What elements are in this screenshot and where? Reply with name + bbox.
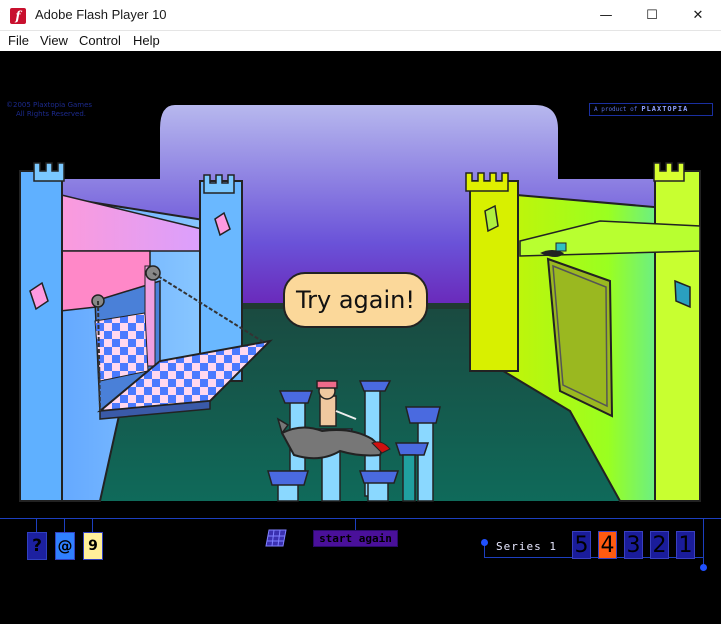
title-bar: f Adobe Flash Player 10 — ☐ ✕ [0, 0, 721, 31]
minimize-button[interactable]: — [583, 0, 629, 31]
hud-node-dot [481, 539, 488, 546]
maximize-button[interactable]: ☐ [629, 0, 675, 31]
hud-connector [355, 518, 356, 530]
email-button[interactable]: @ [55, 532, 75, 560]
menu-help[interactable]: Help [133, 33, 160, 48]
level-4-button[interactable]: 4 [598, 531, 617, 559]
hud-node-dot [700, 564, 707, 571]
speech-bubble: Try again! [283, 272, 428, 328]
menu-bar: File View Control Help [0, 31, 721, 51]
hud-connector [64, 518, 65, 532]
menu-file[interactable]: File [8, 33, 29, 48]
help-button[interactable]: ? [27, 532, 47, 560]
level-1-button[interactable]: 1 [676, 531, 695, 559]
level-5-button[interactable]: 5 [572, 531, 591, 559]
hud-connector [92, 518, 93, 532]
hud-connector [36, 518, 37, 532]
close-button[interactable]: ✕ [675, 0, 721, 31]
grid-icon[interactable] [265, 529, 287, 547]
flash-stage[interactable]: ©2005 Plaxtopia Games All Rights Reserve… [0, 51, 721, 624]
about-button[interactable]: 9 [83, 532, 103, 560]
level-2-button[interactable]: 2 [650, 531, 669, 559]
series-label: Series 1 [496, 540, 557, 553]
hud-divider [0, 518, 721, 519]
window-title: Adobe Flash Player 10 [35, 7, 167, 22]
hud-connector [484, 557, 704, 558]
hud-connector [703, 518, 704, 568]
flash-player-icon: f [10, 8, 26, 24]
menu-view[interactable]: View [40, 33, 68, 48]
menu-control[interactable]: Control [79, 33, 121, 48]
level-3-button[interactable]: 3 [624, 531, 643, 559]
start-again-button[interactable]: start again [313, 530, 398, 547]
